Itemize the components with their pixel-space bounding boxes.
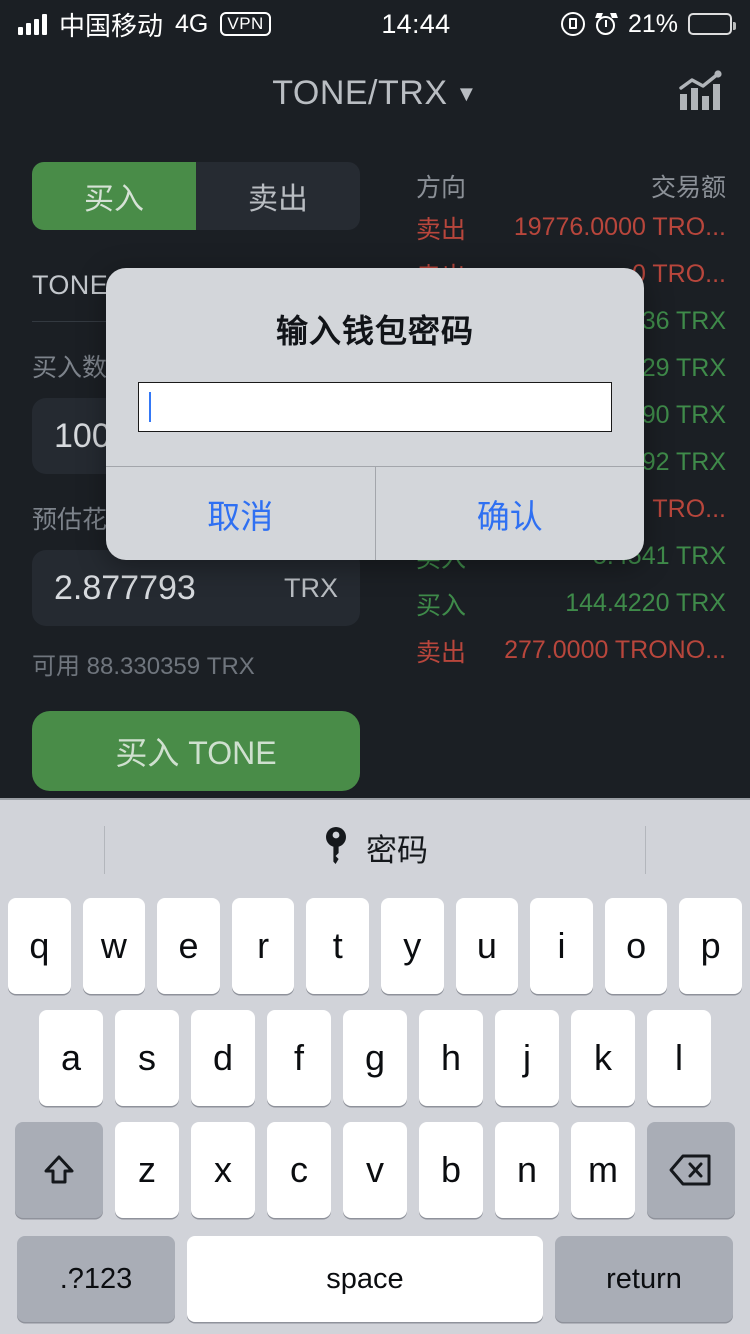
on-screen-keyboard: 密码 q w e r t y u i o p a s d f g h j k l <box>0 798 750 1334</box>
key-j[interactable]: j <box>495 1010 559 1106</box>
dialog-title: 输入钱包密码 <box>275 313 474 349</box>
key-numbers[interactable]: .?123 <box>17 1236 175 1322</box>
keyboard-row-2: a s d f g h j k l <box>0 1010 750 1106</box>
cost-value: 2.877793 <box>54 568 196 607</box>
key-x[interactable]: x <box>191 1122 255 1218</box>
battery-icon <box>688 13 736 35</box>
network-type-label: 4G <box>175 9 209 38</box>
key-s[interactable]: s <box>115 1010 179 1106</box>
key-g[interactable]: g <box>343 1010 407 1106</box>
trade-side: 卖出 <box>416 215 467 244</box>
trade-amount: 144.4220 TRX <box>565 589 726 617</box>
key-c[interactable]: c <box>267 1122 331 1218</box>
key-z[interactable]: z <box>115 1122 179 1218</box>
signal-bars-icon <box>18 13 47 35</box>
status-bar-right: 21% <box>560 9 736 39</box>
trade-side: 卖出 <box>416 638 467 667</box>
table-row[interactable]: 卖出 277.0000 TRONO... <box>392 627 726 674</box>
trade-amount: 0 TRO... <box>631 260 726 288</box>
key-r[interactable]: r <box>231 898 295 994</box>
suggestion-divider-right <box>645 826 646 874</box>
pair-selector[interactable]: TONE/TRX ▼ <box>0 74 750 113</box>
chevron-down-icon: ▼ <box>455 80 478 106</box>
dialog-actions: 取消 确认 <box>106 466 644 560</box>
password-field-wrap <box>106 382 644 466</box>
vpn-badge: VPN <box>220 12 271 36</box>
key-p[interactable]: p <box>679 898 742 994</box>
trade-amount: 36 TRX <box>641 307 726 335</box>
tab-sell[interactable]: 卖出 <box>196 162 360 230</box>
trades-header-amount: 交易额 <box>650 174 726 202</box>
key-return[interactable]: return <box>555 1236 733 1322</box>
key-l[interactable]: l <box>647 1010 711 1106</box>
trade-side: 买入 <box>416 591 467 620</box>
key-b[interactable]: b <box>419 1122 483 1218</box>
key-t[interactable]: t <box>306 898 369 994</box>
trade-amount: 277.0000 TRONO... <box>504 636 726 664</box>
key-i[interactable]: i <box>530 898 593 994</box>
key-a[interactable]: a <box>39 1010 103 1106</box>
battery-percent-label: 21% <box>627 9 678 38</box>
text-caret <box>149 392 151 422</box>
phone-screen: 中国移动 4G VPN 14:44 21% TONE/TRX ▼ 买入 卖出 T… <box>0 0 750 1334</box>
table-row[interactable]: 买入 144.4220 TRX <box>392 580 726 627</box>
status-bar: 中国移动 4G VPN 14:44 21% <box>0 0 750 48</box>
chart-bars-icon[interactable] <box>676 70 724 114</box>
status-bar-clock: 14:44 <box>381 8 451 39</box>
key-w[interactable]: w <box>82 898 146 994</box>
trade-amount: 92 TRX <box>641 448 726 476</box>
password-input[interactable] <box>138 382 612 432</box>
key-icon <box>326 827 346 864</box>
cost-unit: TRX <box>284 572 338 603</box>
trade-amount: 19776.0000 TRO... <box>513 213 726 241</box>
trades-header: 方向 交易额 <box>392 168 726 204</box>
available-balance-label: 可用 88.330359 TRX <box>32 653 255 680</box>
delete-icon[interactable] <box>647 1122 735 1218</box>
keyboard-suggestion-bar: 密码 <box>0 800 750 894</box>
submit-buy-label: 买入 TONE <box>115 735 277 771</box>
trade-amount: 29 TRX <box>641 354 726 382</box>
keyboard-row-3: z x c v b n m <box>0 1122 750 1218</box>
key-m[interactable]: m <box>571 1122 635 1218</box>
key-u[interactable]: u <box>455 898 519 994</box>
submit-buy-button[interactable]: 买入 TONE <box>32 711 360 791</box>
rotation-lock-icon <box>560 12 585 36</box>
status-bar-left: 中国移动 4G VPN <box>18 6 271 43</box>
alarm-clock-icon <box>595 12 618 36</box>
key-y[interactable]: y <box>381 898 444 994</box>
keyboard-row-1: q w e r t y u i o p <box>0 898 750 994</box>
cancel-button[interactable]: 取消 <box>106 467 375 560</box>
key-n[interactable]: n <box>495 1122 559 1218</box>
key-o[interactable]: o <box>604 898 668 994</box>
app-navbar: TONE/TRX ▼ <box>0 48 750 138</box>
key-k[interactable]: k <box>571 1010 635 1106</box>
cost-field: 2.877793 TRX <box>32 550 360 626</box>
tab-buy[interactable]: 买入 <box>32 162 196 230</box>
shift-icon[interactable] <box>15 1122 103 1218</box>
confirm-button[interactable]: 确认 <box>374 467 645 560</box>
key-space[interactable]: space <box>187 1236 543 1322</box>
trades-header-side: 方向 <box>416 174 467 202</box>
key-d[interactable]: d <box>191 1010 255 1106</box>
amount-input-value: 100 <box>54 416 111 455</box>
buy-sell-segmented-control[interactable]: 买入 卖出 <box>32 162 360 230</box>
password-autofill-label: 密码 <box>366 832 428 868</box>
trade-amount: 90 TRX <box>641 401 726 429</box>
table-row[interactable]: 卖出 19776.0000 TRO... <box>392 204 726 251</box>
suggestion-divider-left <box>104 826 105 874</box>
key-f[interactable]: f <box>267 1010 331 1106</box>
key-v[interactable]: v <box>343 1122 407 1218</box>
pair-selector-label: TONE/TRX <box>272 73 448 112</box>
password-autofill-suggestion[interactable]: 密码 <box>322 825 428 870</box>
key-e[interactable]: e <box>157 898 220 994</box>
carrier-label: 中国移动 <box>59 10 164 41</box>
wallet-password-dialog: 输入钱包密码 取消 确认 <box>106 268 644 560</box>
key-h[interactable]: h <box>419 1010 483 1106</box>
trade-amount: TRO... <box>652 495 726 523</box>
key-q[interactable]: q <box>8 898 71 994</box>
keyboard-row-4: .?123 space return <box>0 1236 750 1322</box>
